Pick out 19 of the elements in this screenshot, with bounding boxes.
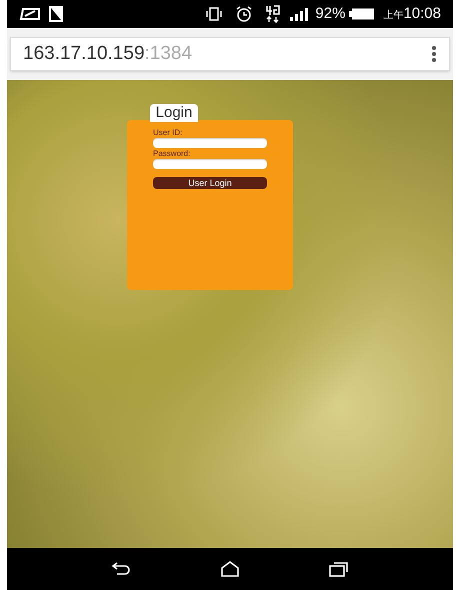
back-icon[interactable] <box>111 562 132 576</box>
menu-icon[interactable] <box>431 45 437 63</box>
clock: 上午10:08 <box>383 4 441 24</box>
alarm-icon <box>235 6 254 22</box>
battery-icon <box>349 8 376 20</box>
image-icon <box>49 6 63 22</box>
notification-icon <box>19 7 41 21</box>
battery-percent: 92% <box>315 4 346 24</box>
login-button[interactable]: User Login <box>153 177 267 189</box>
home-icon[interactable] <box>220 561 240 577</box>
input-field[interactable] <box>153 159 267 169</box>
mobile-data-icon <box>265 5 282 23</box>
address-bar[interactable]: 163.17.10.159:1384 <box>10 37 450 71</box>
recents-icon[interactable] <box>328 561 349 577</box>
field-label: Password: <box>153 149 192 159</box>
vibrate-icon <box>205 7 224 21</box>
field-label: User ID: <box>153 128 184 138</box>
input-field[interactable] <box>153 138 267 148</box>
url-text: 163.17.10.159:1384 <box>23 42 194 66</box>
